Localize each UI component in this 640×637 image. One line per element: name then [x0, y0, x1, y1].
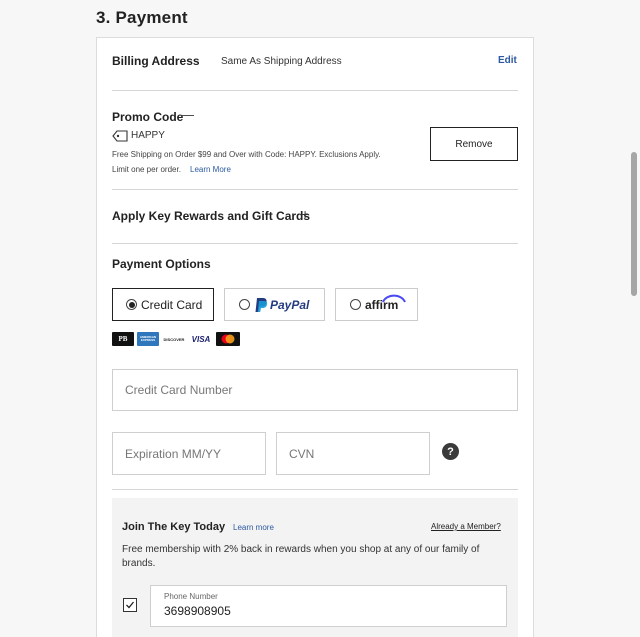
expiration-placeholder: Expiration MM/YY — [125, 446, 222, 461]
divider — [112, 243, 518, 244]
rewards-gift-cards-toggle[interactable]: Apply Key Rewards and Gift Cards — [112, 209, 310, 223]
promo-collapse-toggle[interactable]: — — [181, 107, 194, 122]
billing-edit-link[interactable]: Edit — [498, 55, 517, 66]
divider — [112, 189, 518, 190]
scrollbar-thumb[interactable] — [631, 152, 637, 296]
mastercard-icon — [216, 332, 240, 346]
expiration-field[interactable]: Expiration MM/YY — [112, 432, 266, 475]
join-key-description: Free membership with 2% back in rewards … — [122, 544, 480, 569]
plus-icon[interactable]: + — [301, 206, 309, 222]
radio-unselected-icon[interactable] — [239, 299, 250, 310]
section-title: 3. Payment — [96, 8, 188, 27]
affirm-arc-icon — [382, 294, 406, 303]
billing-address-value: Same As Shipping Address — [221, 56, 342, 67]
paypal-logo-icon — [254, 297, 268, 313]
cvn-placeholder: CVN — [289, 446, 315, 461]
promo-code-value: HAPPY — [131, 130, 165, 141]
billing-address-label: Billing Address — [112, 54, 200, 68]
payment-option-label: Credit Card — [141, 297, 203, 312]
join-key-learn-more-link[interactable]: Learn more — [233, 523, 274, 532]
promo-limit-text: Limit one per order. — [112, 165, 181, 174]
divider — [112, 90, 518, 91]
card-brands-row: PB AMERICAN EXPRESS DISCOVER VISA — [112, 332, 240, 346]
discover-card-icon: DISCOVER — [162, 332, 186, 346]
checkmark-icon — [126, 601, 135, 609]
phone-number-label: Phone Number — [164, 592, 218, 601]
membership-checkbox[interactable] — [123, 598, 137, 612]
tag-icon — [112, 129, 128, 142]
promo-learn-more-link[interactable]: Learn More — [190, 165, 231, 174]
scrollbar-track[interactable] — [628, 0, 640, 637]
payment-option-affirm[interactable]: affirm — [335, 288, 418, 321]
join-key-title: Join The Key Today — [122, 521, 226, 533]
paypal-label: PayPal — [270, 297, 310, 312]
promo-remove-button[interactable]: Remove — [430, 127, 518, 161]
cvn-field[interactable]: CVN — [276, 432, 430, 475]
amex-card-icon: AMERICAN EXPRESS — [137, 332, 159, 346]
phone-number-value: 3698908905 — [164, 604, 231, 618]
payment-option-paypal[interactable]: PayPal — [224, 288, 325, 321]
phone-number-field[interactable]: Phone Number 3698908905 — [150, 585, 507, 627]
payment-option-credit-card[interactable]: Credit Card — [112, 288, 214, 321]
radio-unselected-icon[interactable] — [350, 299, 361, 310]
promo-code-label: Promo Code — [112, 110, 184, 124]
credit-card-number-field[interactable]: Credit Card Number — [112, 369, 518, 411]
visa-card-icon: VISA — [189, 332, 213, 346]
pb-card-icon: PB — [112, 332, 134, 346]
credit-card-number-placeholder: Credit Card Number — [125, 383, 233, 397]
already-member-link[interactable]: Already a Member? — [431, 522, 501, 531]
radio-selected-icon[interactable] — [126, 299, 137, 310]
affirm-logo: affirm — [365, 294, 406, 312]
promo-description: Free Shipping on Order $99 and Over with… — [112, 150, 381, 159]
divider — [112, 489, 518, 490]
help-icon[interactable]: ? — [442, 443, 459, 460]
payment-options-label: Payment Options — [112, 257, 211, 271]
